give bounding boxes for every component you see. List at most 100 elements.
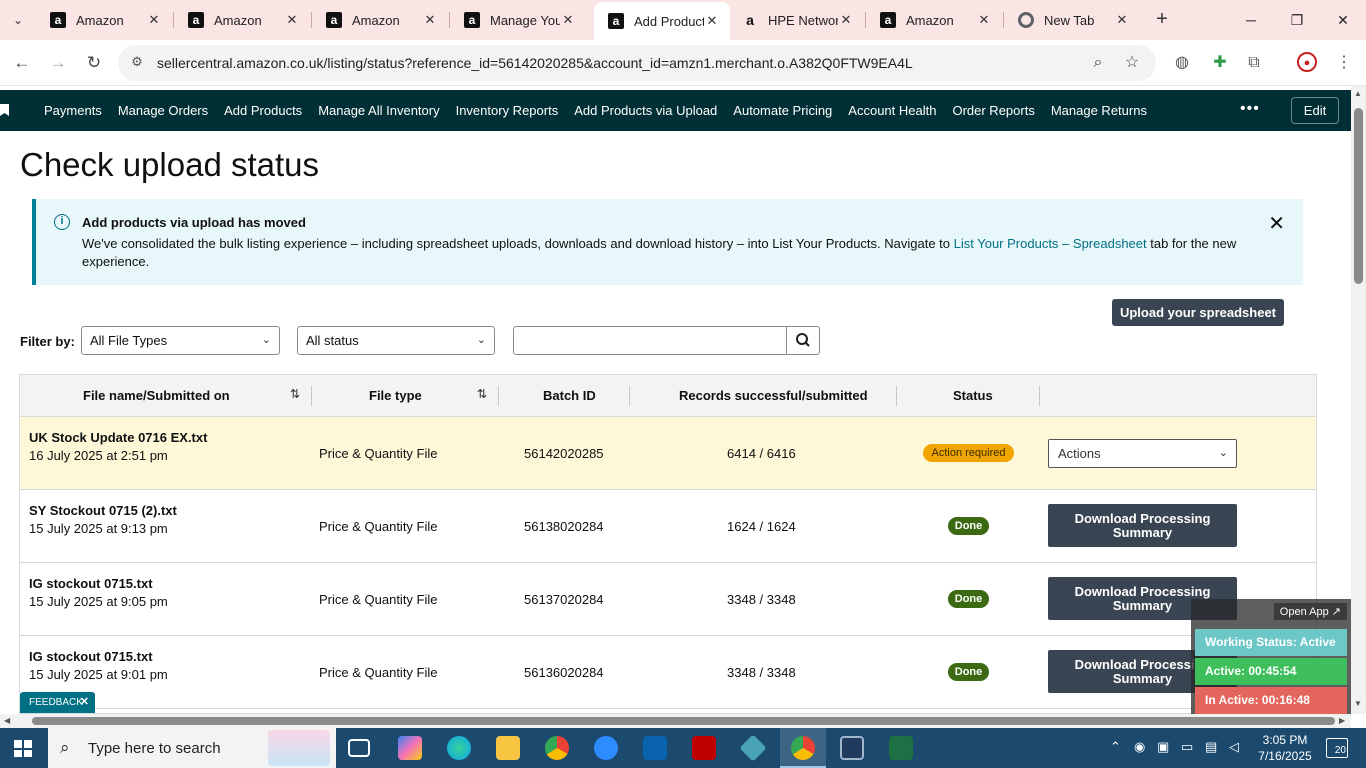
status-select[interactable]: All status ⌄ [297,326,495,355]
forward-button[interactable]: → [44,49,72,77]
nav-link-manage-returns[interactable]: Manage Returns [1051,103,1147,118]
display-icon[interactable]: ▣ [1157,739,1169,755]
horizontal-scrollbar[interactable]: ◀ ▶ [0,714,1351,728]
browser-tab-active[interactable]: a Add Product ✕ [594,2,730,40]
close-icon[interactable]: ✕ [422,12,438,28]
close-icon[interactable]: ✕ [1268,211,1285,236]
close-icon[interactable]: ✕ [80,692,89,713]
tab-search-icon[interactable]: ⌄ [6,8,30,32]
header-file-type[interactable]: File type [369,388,422,403]
taskbar-search-box[interactable]: ⌕ Type here to search [48,728,336,768]
browser-tab[interactable]: a Amazon ✕ [866,0,1002,40]
nav-link-account-health[interactable]: Account Health [848,103,936,118]
file-name: SY Stockout 0715 (2).txt [29,503,177,518]
network-icon[interactable]: ▤ [1205,739,1217,755]
meet-now-icon[interactable]: ◉ [1134,739,1145,755]
amazon-favicon-icon: a [326,12,342,28]
edge-icon[interactable] [447,736,471,760]
close-icon[interactable]: ✕ [838,12,854,28]
minimize-button[interactable]: ─ [1228,0,1274,40]
nav-link-automate-pricing[interactable]: Automate Pricing [733,103,832,118]
close-icon[interactable]: ✕ [976,12,992,28]
browser-tab[interactable]: New Tab ✕ [1004,0,1140,40]
nav-link-add-products[interactable]: Add Products [224,103,302,118]
chevron-up-icon[interactable]: ⌃ [1110,739,1121,755]
restore-button[interactable]: ❐ [1274,0,1320,40]
nav-link-manage-orders[interactable]: Manage Orders [118,103,208,118]
close-icon[interactable]: ✕ [284,12,300,28]
header-file-name[interactable]: File name/Submitted on [83,388,230,403]
address-bar[interactable]: ⚙ sellercentral.amazon.co.uk/listing/sta… [118,45,1156,81]
table-row: IG stockout 0715.txt 15 July 2025 at 9:0… [20,636,1316,709]
url-text[interactable]: sellercentral.amazon.co.uk/listing/statu… [157,55,913,71]
nav-link-manage-inventory[interactable]: Manage All Inventory [318,103,439,118]
windows-start-icon[interactable] [14,740,32,757]
battery-icon[interactable]: ▭ [1181,739,1193,755]
browser-tab[interactable]: a Amazon ✕ [36,0,172,40]
profile-avatar-icon[interactable]: ● [1297,52,1317,72]
system-clock[interactable]: 3:05 PM 7/16/2025 [1256,732,1314,764]
more-options-icon[interactable]: ••• [1240,100,1260,118]
excel-icon[interactable] [889,736,913,760]
feedback-tab[interactable]: FEEDBACK ✕ [20,692,95,713]
chrome-profile-icon[interactable] [791,736,815,760]
nav-link-add-products-upload[interactable]: Add Products via Upload [574,103,717,118]
browser-menu-icon[interactable]: ⋮ [1333,52,1355,74]
volume-icon[interactable]: ◁ [1229,739,1239,755]
open-app-button[interactable]: Open App ↗ [1273,603,1347,620]
bookmark-icon[interactable] [0,104,9,116]
filter-label: Filter by: [20,334,75,349]
records-count: 3348 / 3348 [727,665,796,680]
zoom-icon[interactable]: ⌕ [1088,53,1108,73]
close-icon[interactable]: ✕ [1114,12,1130,28]
vertical-scrollbar[interactable]: ▲ ▼ [1351,86,1366,714]
list-your-products-link[interactable]: List Your Products [954,236,1059,251]
scroll-left-icon[interactable]: ◀ [4,716,10,725]
translate-icon[interactable]: ◍ [1171,52,1193,74]
zoom-app-icon[interactable] [594,736,618,760]
new-tab-button[interactable]: + [1150,8,1174,32]
actions-select[interactable]: Actions ⌄ [1048,439,1237,468]
batch-id: 56137020284 [524,592,604,607]
scroll-down-icon[interactable]: ▼ [1354,699,1362,708]
browser-tab[interactable]: a Manage Your ✕ [450,0,586,40]
browser-tab[interactable]: a HPE Networ ✕ [728,0,864,40]
close-icon[interactable]: ✕ [146,12,162,28]
spreadsheet-link[interactable]: Spreadsheet [1073,236,1147,251]
close-window-button[interactable]: ✕ [1320,0,1366,40]
reload-button[interactable]: ↻ [80,49,108,77]
nav-link-order-reports[interactable]: Order Reports [952,103,1034,118]
file-type-select[interactable]: All File Types ⌄ [81,326,280,355]
outlook-icon[interactable] [643,736,667,760]
download-summary-button[interactable]: Download Processing Summary [1048,504,1237,547]
chrome-icon[interactable] [545,736,569,760]
sort-icon[interactable]: ⇅ [477,387,487,401]
back-button[interactable]: ← [8,49,36,77]
scrollbar-thumb[interactable] [1354,108,1363,284]
upload-spreadsheet-button[interactable]: Upload your spreadsheet [1112,299,1284,326]
search-button[interactable] [786,326,820,355]
edit-button[interactable]: Edit [1291,97,1339,124]
filezilla-icon[interactable] [692,736,716,760]
browser-tab[interactable]: a Amazon ✕ [174,0,310,40]
sort-icon[interactable]: ⇅ [290,387,300,401]
file-explorer-icon[interactable] [496,736,520,760]
scroll-right-icon[interactable]: ▶ [1339,716,1345,725]
close-icon[interactable]: ✕ [560,12,576,28]
browser-tab[interactable]: a Amazon ✕ [312,0,448,40]
nav-link-inventory-reports[interactable]: Inventory Reports [456,103,559,118]
extension-puzzle-icon[interactable]: ✚ [1209,52,1231,74]
task-view-icon[interactable] [348,739,370,757]
bookmark-star-icon[interactable]: ☆ [1122,53,1142,73]
notifications-icon[interactable]: 20 [1326,738,1348,758]
scrollbar-thumb[interactable] [32,717,1335,725]
extensions-icon[interactable]: ⧉ [1243,52,1265,74]
app-diamond-icon[interactable] [739,734,767,762]
calculator-icon[interactable] [840,736,864,760]
close-icon[interactable]: ✕ [704,13,720,29]
copilot-icon[interactable] [398,736,422,760]
nav-link-payments[interactable]: Payments [44,103,102,118]
search-input[interactable] [513,326,787,355]
site-settings-icon[interactable]: ⚙ [128,54,146,72]
scroll-up-icon[interactable]: ▲ [1354,89,1362,98]
